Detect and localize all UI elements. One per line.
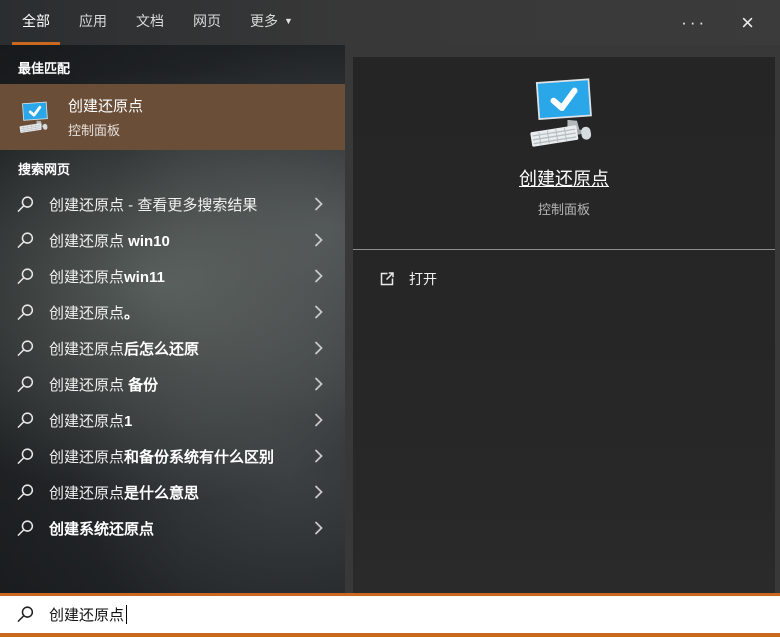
tab-list: 全部 应用 文档 网页 更多 ▼ [0, 0, 312, 45]
search-icon [16, 303, 35, 322]
chevron-down-icon: ▼ [284, 16, 293, 26]
suggestion-text: 创建还原点 - 查看更多搜索结果 [49, 194, 257, 215]
suggestion-text: 创建还原点 备份 [49, 374, 158, 395]
search-icon [16, 231, 35, 250]
web-suggestion-6[interactable]: 创建还原点 备份 [0, 366, 345, 402]
web-suggestion-4[interactable]: 创建还原点。 [0, 294, 345, 330]
tab-more-label: 更多 [250, 11, 278, 31]
open-action-label: 打开 [409, 269, 437, 289]
divider [353, 249, 775, 250]
tab-documents[interactable]: 文档 [126, 0, 174, 45]
search-icon [16, 519, 35, 538]
search-bar[interactable]: 创建还原点 [0, 593, 780, 637]
web-search-header: 搜索网页 [0, 150, 345, 186]
web-suggestion-10[interactable]: 创建系统还原点 [0, 510, 345, 546]
tab-web[interactable]: 网页 [183, 0, 231, 45]
best-match-text: 创建还原点 控制面板 [68, 95, 143, 139]
results-pane: 最佳匹配 [0, 45, 345, 593]
best-match-header: 最佳匹配 [0, 45, 345, 84]
text-cursor [126, 605, 127, 624]
search-icon [16, 605, 35, 624]
tab-apps-label: 应用 [79, 11, 107, 31]
suggestion-text: 创建还原点1 [49, 410, 132, 431]
web-suggestion-2[interactable]: 创建还原点 win10 [0, 222, 345, 258]
preview-pane: 创建还原点 控制面板 打开 [345, 45, 780, 593]
suggestion-text: 创建还原点win11 [49, 266, 165, 287]
preview-subtitle: 控制面板 [538, 199, 590, 218]
tab-more[interactable]: 更多 ▼ [240, 0, 303, 45]
close-button[interactable]: × [731, 10, 764, 36]
search-icon [16, 483, 35, 502]
search-filter-tabbar: 全部 应用 文档 网页 更多 ▼ ··· × [0, 0, 780, 45]
search-icon [16, 375, 35, 394]
windows-search-flyout: 全部 应用 文档 网页 更多 ▼ ··· × 最佳匹配 [0, 0, 780, 637]
web-suggestion-3[interactable]: 创建还原点win11 [0, 258, 345, 294]
suggestion-text: 创建还原点 win10 [49, 230, 170, 251]
chevron-right-icon [314, 521, 323, 535]
chevron-right-icon [314, 377, 323, 391]
search-icon [16, 339, 35, 358]
suggestion-text: 创建还原点。 [49, 302, 139, 323]
search-icon [16, 267, 35, 286]
web-suggestion-9[interactable]: 创建还原点是什么意思 [0, 474, 345, 510]
tab-documents-label: 文档 [136, 11, 164, 31]
web-suggestion-1[interactable]: 创建还原点 - 查看更多搜索结果 [0, 186, 345, 222]
search-icon [16, 447, 35, 466]
tab-apps[interactable]: 应用 [69, 0, 117, 45]
web-suggestion-8[interactable]: 创建还原点和备份系统有什么区别 [0, 438, 345, 474]
tab-all[interactable]: 全部 [12, 0, 60, 45]
search-input[interactable]: 创建还原点 [49, 604, 124, 625]
chevron-right-icon [314, 485, 323, 499]
tab-web-label: 网页 [193, 11, 221, 31]
computer-check-icon [522, 75, 606, 151]
suggestion-text: 创建系统还原点 [49, 518, 154, 539]
tab-all-label: 全部 [22, 11, 50, 31]
chevron-right-icon [314, 305, 323, 319]
chevron-right-icon [314, 413, 323, 427]
open-external-icon [378, 270, 396, 288]
window-controls: ··· × [671, 0, 780, 45]
best-match-result[interactable]: 创建还原点 控制面板 [0, 84, 345, 150]
suggestion-text: 创建还原点是什么意思 [49, 482, 199, 503]
computer-check-icon [16, 100, 54, 135]
more-options-button[interactable]: ··· [671, 9, 717, 37]
web-suggestion-7[interactable]: 创建还原点1 [0, 402, 345, 438]
chevron-right-icon [314, 197, 323, 211]
search-icon [16, 195, 35, 214]
chevron-right-icon [314, 269, 323, 283]
chevron-right-icon [314, 449, 323, 463]
open-action[interactable]: 打开 [353, 262, 775, 296]
suggestion-text: 创建还原点和备份系统有什么区别 [49, 446, 274, 467]
search-icon [16, 411, 35, 430]
web-suggestion-5[interactable]: 创建还原点后怎么还原 [0, 330, 345, 366]
best-match-subtitle: 控制面板 [68, 120, 143, 139]
suggestion-text: 创建还原点后怎么还原 [49, 338, 199, 359]
chevron-right-icon [314, 233, 323, 247]
preview-title[interactable]: 创建还原点 [519, 165, 609, 191]
preview-card: 创建还原点 控制面板 打开 [353, 57, 775, 593]
chevron-right-icon [314, 341, 323, 355]
search-results-body: 最佳匹配 [0, 45, 780, 593]
best-match-title: 创建还原点 [68, 95, 143, 116]
